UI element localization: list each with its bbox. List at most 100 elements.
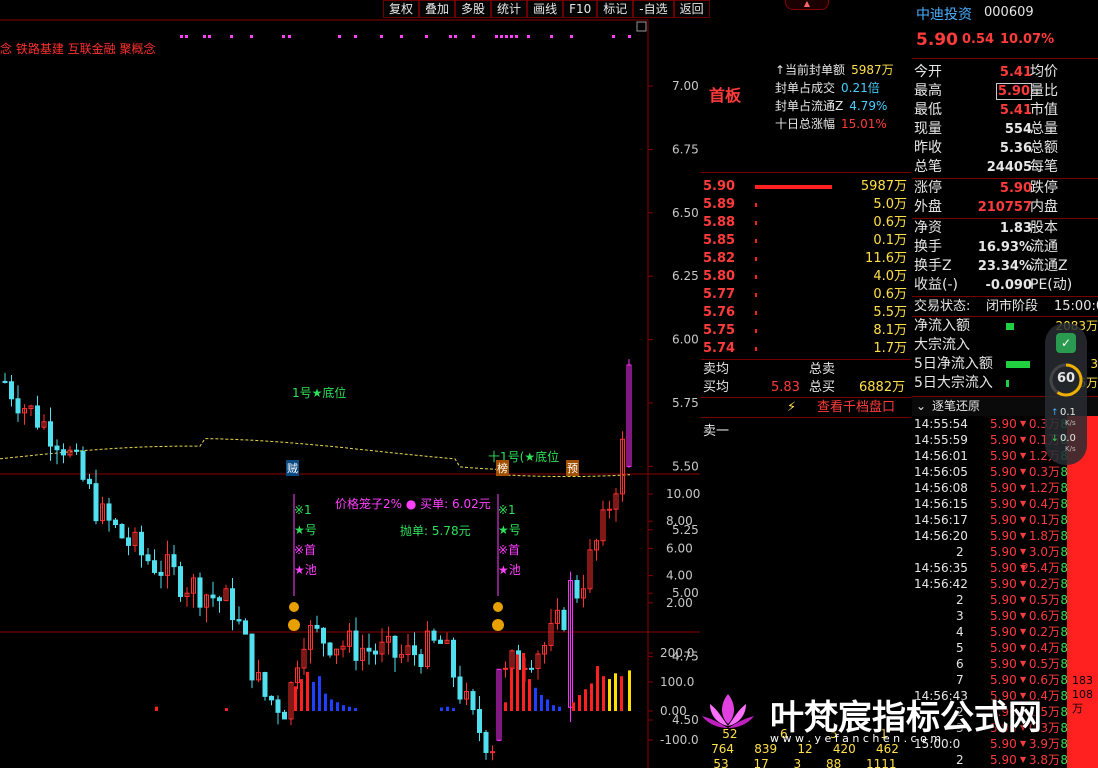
toolbar-button[interactable]: 叠加	[419, 0, 456, 18]
candle-body	[171, 554, 177, 568]
stat-row: 今开 5.41 均价	[912, 63, 1098, 82]
bid-volume-bar	[755, 347, 757, 351]
seal-stat-label: ↑当前封单额	[775, 63, 846, 77]
quote-stats: 今开 5.41 均价 最高 5.90 量比 最低 5.41 市值 现量 554 总量 昨收 5.36 总额总…	[912, 63, 1098, 177]
candle-body	[321, 627, 326, 644]
candle-body	[373, 650, 378, 655]
up-arrow-icon: ▼	[1020, 435, 1027, 444]
bid-volume: 4.0万	[873, 269, 907, 284]
seal-stat-row: ↑当前封单额 5987万	[775, 61, 894, 79]
flow-bar	[1006, 380, 1009, 387]
view-book-link[interactable]: 查看千档盘口	[817, 398, 895, 417]
score-value: 60	[1056, 371, 1076, 386]
toolbar-button[interactable]: F10	[563, 0, 598, 18]
up-arrow-icon: ▼	[1020, 483, 1027, 492]
tick-price: 5.90	[990, 481, 1017, 495]
indicator-axis-label: 2.00	[666, 596, 693, 610]
bid-volume-bar	[755, 293, 757, 297]
candle-body	[61, 449, 66, 456]
signal-dot	[425, 35, 428, 38]
signal-dot	[495, 35, 498, 38]
bid-row[interactable]: 5.88 0.6万	[701, 214, 909, 232]
candle-body	[106, 503, 112, 521]
tick-price: 5.90	[990, 529, 1017, 543]
bid-row[interactable]: 5.77 0.6万	[701, 286, 909, 304]
bid-row[interactable]: 5.89 5.0万	[701, 196, 909, 214]
tick-price: 5.90	[990, 625, 1017, 639]
stat-label: 最高	[914, 83, 942, 99]
tick-volume: 0.5万	[1028, 657, 1060, 671]
candle-body	[483, 731, 489, 753]
bid-row[interactable]: 5.90 5987万	[701, 178, 909, 196]
tick-row: 4 5.90 ▼ 0.2万 8	[912, 624, 1068, 640]
concept-tags: 念 铁路基建 互联金融 聚概念	[0, 42, 156, 56]
view-book-row[interactable]: ⚡ 查看千档盘口	[701, 398, 911, 417]
tick-count: 8	[1060, 465, 1068, 479]
toolbar-button[interactable]: 标记	[597, 0, 634, 18]
tick-time: 14:56:15	[914, 497, 968, 511]
stat-value: 210757	[977, 200, 1032, 215]
speed-widget[interactable]: ✓ 60 ↑ 0.1 K/s ↓ 0.0 K/s	[1045, 323, 1087, 465]
bid-row[interactable]: 5.80 4.0万	[701, 268, 909, 286]
coin-icon	[492, 619, 504, 631]
bid-row[interactable]: 5.76 5.5万	[701, 304, 909, 322]
stat-row: 最高 5.90 量比	[912, 82, 1098, 101]
toolbar-button[interactable]: 复权	[383, 0, 420, 18]
stat-row: 换手Z 23.34% 流通Z	[912, 257, 1098, 276]
chevron-down-icon[interactable]: ⌄	[916, 397, 926, 416]
collapse-icon[interactable]: ▲	[785, 0, 829, 10]
kline-chart[interactable]: 7.006.756.506.256.005.755.505.255.004.75…	[0, 0, 700, 768]
stat-row: 涨停 5.90 跌停	[912, 179, 1098, 198]
toolbar-button[interactable]: 画线	[527, 0, 564, 18]
stat-value: 5.41	[999, 65, 1032, 80]
candle-body	[139, 531, 144, 556]
candle-body	[158, 571, 164, 576]
upload-unit: K/s	[1065, 419, 1076, 427]
signal-text: ★号	[294, 523, 317, 537]
candle-body	[197, 577, 203, 608]
stat-row: 昨收 5.36 总额	[912, 139, 1098, 158]
candle-body	[54, 445, 60, 451]
bid-row[interactable]: 5.85 0.1万	[701, 232, 909, 250]
badge-yu: 预	[566, 460, 579, 476]
tick-count: 8	[1060, 545, 1068, 559]
tick-count: 8	[1060, 513, 1068, 527]
tick-count: 8	[1060, 561, 1068, 575]
stat-value: -0.090	[985, 278, 1032, 293]
seal-stat-value: 5987万	[851, 63, 894, 77]
signal-text: ★号	[498, 523, 521, 537]
signal-dot	[510, 35, 513, 38]
badge-zei: 贼	[286, 460, 299, 476]
stat-label: 市值	[1030, 102, 1058, 118]
stat-row: 净资 1.83 股本	[912, 219, 1098, 238]
bid-price: 5.88	[703, 215, 736, 230]
stat-value: 1.83	[999, 221, 1032, 236]
toolbar-button[interactable]: 统计	[491, 0, 528, 18]
tick-time: 2	[956, 545, 964, 559]
bid-row[interactable]: 5.82 11.6万	[701, 250, 909, 268]
volume-bar	[602, 676, 605, 711]
limit-stats: 涨停 5.90 跌停 外盘 210757 内盘	[912, 179, 1098, 217]
signal-dot	[449, 35, 452, 38]
tick-title: 逐笔还原	[932, 399, 981, 413]
stat-label: 流通	[1030, 239, 1058, 255]
stat-value: 16.93%	[977, 240, 1032, 255]
stat-label: PE(动)	[1030, 277, 1073, 293]
price-axis-label: 5.50	[672, 459, 699, 473]
tick-time: 14:56:42	[914, 577, 968, 591]
bid-row[interactable]: 5.75 8.1万	[701, 322, 909, 340]
tick-price: 5.90	[990, 609, 1017, 623]
toolbar-button[interactable]: -自选	[633, 0, 674, 18]
stat-label: 净资	[914, 220, 942, 236]
up-arrow-icon: ▼	[1020, 451, 1027, 460]
tick-volume: 0.1万	[1028, 513, 1060, 527]
avg-buy-value: 5.83	[771, 380, 800, 395]
toolbar-button[interactable]: 多股	[455, 0, 492, 18]
signal-dot	[180, 35, 183, 38]
tick-row: 14:56:42 5.90 ▼ 0.2万 8	[912, 576, 1068, 592]
bid-price: 5.76	[703, 305, 736, 320]
bid-row[interactable]: 5.74 1.7万	[701, 340, 909, 358]
candle-body	[113, 519, 118, 526]
price-pct: 10.07%	[1000, 32, 1055, 47]
bid-price: 5.74	[703, 341, 736, 356]
